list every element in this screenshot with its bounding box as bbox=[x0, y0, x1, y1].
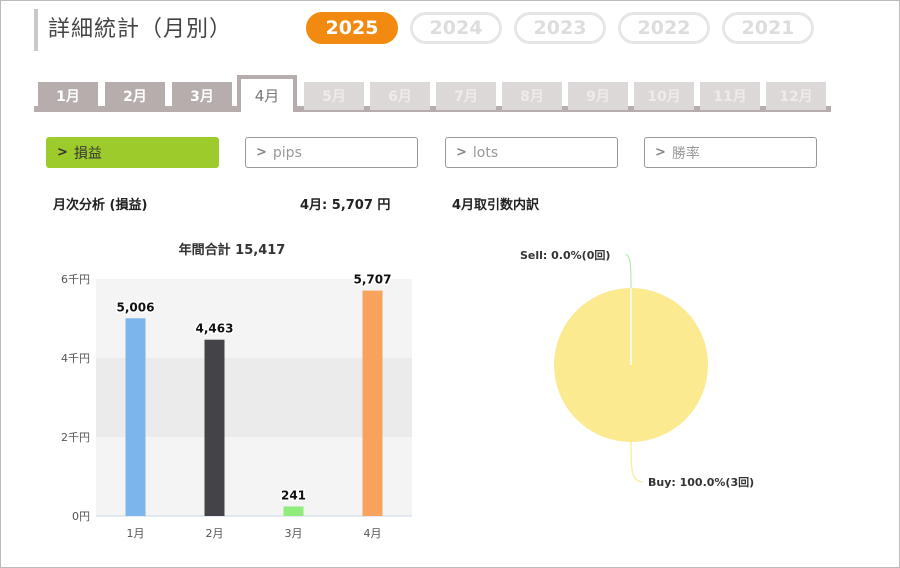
metric-button-lots[interactable]: > lots bbox=[445, 137, 618, 168]
chevron-right-icon: > bbox=[57, 145, 68, 160]
data-label: 4,463 bbox=[196, 322, 234, 336]
title-accent-bar bbox=[34, 9, 38, 51]
trade-breakdown-heading: 4月取引数内訳 bbox=[452, 198, 540, 213]
bar-1月[interactable] bbox=[125, 318, 146, 516]
metric-button-label: 勝率 bbox=[671, 145, 700, 162]
current-month-value: 4月: 5,707 円 bbox=[300, 198, 391, 213]
year-button-2025[interactable]: 2025 bbox=[306, 12, 398, 44]
bar-2月[interactable] bbox=[204, 339, 225, 516]
connector-sell bbox=[625, 253, 632, 289]
monthly-analysis-heading: 月次分析 (損益) bbox=[53, 198, 148, 213]
year-button-2021[interactable]: 2021 bbox=[722, 12, 814, 44]
chevron-right-icon: > bbox=[256, 145, 267, 160]
chevron-right-icon: > bbox=[456, 145, 467, 160]
data-label: 5,707 bbox=[354, 273, 392, 287]
data-label: 5,006 bbox=[117, 300, 155, 314]
connector-buy bbox=[630, 441, 643, 483]
tab-month-8[interactable]: 8月 bbox=[502, 82, 562, 110]
year-selector: 2025 2024 2023 2022 2021 bbox=[306, 12, 814, 44]
tab-month-12[interactable]: 12月 bbox=[766, 82, 826, 110]
pie-label-sell: Sell: 0.0%(0回) bbox=[520, 248, 610, 262]
x-tick-label: 4月 bbox=[364, 527, 382, 540]
year-button-2023[interactable]: 2023 bbox=[514, 12, 606, 44]
year-button-2022[interactable]: 2022 bbox=[618, 12, 710, 44]
monthly-pl-bar-chart: 年間合計 15,417 0円 2千円 4千円 6千円 5,006 4,463 241 5,7… bbox=[61, 242, 412, 540]
y-tick-label: 2千円 bbox=[61, 431, 90, 444]
y-tick-label: 4千円 bbox=[61, 352, 90, 365]
metric-button-label: lots bbox=[472, 144, 499, 161]
tab-month-4[interactable]: 4月 bbox=[237, 75, 297, 112]
tab-month-2[interactable]: 2月 bbox=[105, 82, 165, 110]
x-axis-ticks: 1月 2月 3月 4月 bbox=[127, 527, 382, 540]
bar-3月[interactable] bbox=[283, 506, 304, 516]
tab-month-1[interactable]: 1月 bbox=[38, 82, 98, 110]
tab-month-9[interactable]: 9月 bbox=[568, 82, 628, 110]
tab-month-5[interactable]: 5月 bbox=[304, 82, 364, 110]
page-title: 詳細統計（月別） bbox=[48, 17, 233, 42]
tab-month-7[interactable]: 7月 bbox=[436, 82, 496, 110]
x-tick-label: 1月 bbox=[127, 527, 145, 540]
x-tick-label: 2月 bbox=[206, 527, 224, 540]
trade-breakdown-pie-chart: Sell: 0.0%(0回) Buy: 100.0%(3回) bbox=[520, 248, 754, 489]
y-tick-label: 0円 bbox=[72, 510, 90, 523]
tab-month-11[interactable]: 11月 bbox=[700, 82, 760, 110]
y-tick-label: 6千円 bbox=[61, 273, 90, 286]
y-axis-ticks: 0円 2千円 4千円 6千円 bbox=[61, 273, 90, 523]
pie-slices bbox=[554, 288, 708, 442]
tab-month-6[interactable]: 6月 bbox=[370, 82, 430, 110]
x-tick-label: 3月 bbox=[285, 527, 303, 540]
pie-label-buy: Buy: 100.0%(3回) bbox=[648, 475, 754, 489]
metric-button-pl[interactable]: > 損益 bbox=[46, 137, 219, 168]
metric-button-winrate[interactable]: > 勝率 bbox=[644, 137, 817, 168]
chart-title: 年間合計 15,417 bbox=[179, 242, 286, 258]
metric-button-label: 損益 bbox=[73, 145, 102, 162]
tab-month-10[interactable]: 10月 bbox=[634, 82, 694, 110]
year-button-2024[interactable]: 2024 bbox=[410, 12, 502, 44]
metric-button-label: pips bbox=[272, 144, 302, 161]
metric-button-pips[interactable]: > pips bbox=[245, 137, 418, 168]
tab-month-3[interactable]: 3月 bbox=[172, 82, 232, 110]
data-label: 241 bbox=[281, 488, 306, 502]
chevron-right-icon: > bbox=[655, 145, 666, 160]
bar-4月[interactable] bbox=[362, 290, 383, 516]
